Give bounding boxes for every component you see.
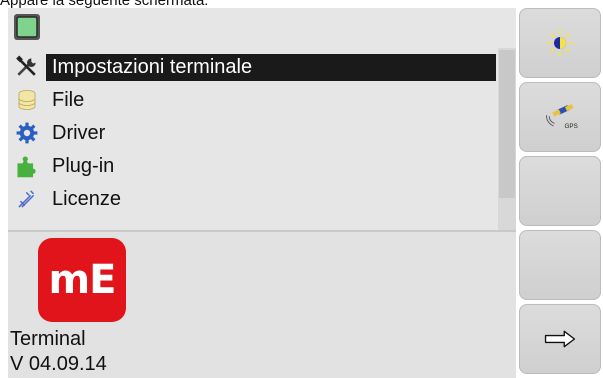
main-panel: Impostazioni terminale File Driver Plug-… bbox=[8, 8, 516, 378]
scrollbar-thumb[interactable] bbox=[499, 50, 515, 198]
next-arrow-icon bbox=[544, 330, 576, 348]
menu-item-label: Driver bbox=[52, 121, 106, 144]
terminal-info: mE Terminal V 04.09.14 bbox=[8, 232, 516, 378]
menu-item-licenze[interactable]: Licenze bbox=[12, 184, 496, 214]
menu-item-driver[interactable]: Driver bbox=[12, 118, 496, 148]
gps-button[interactable]: GPS bbox=[519, 82, 601, 152]
terminal-screen-icon[interactable] bbox=[12, 12, 42, 42]
terminal-version: V 04.09.14 bbox=[10, 353, 107, 375]
next-button[interactable] bbox=[519, 304, 601, 374]
header-bar bbox=[8, 8, 516, 48]
caption-text: Appare la seguente schermata: bbox=[0, 0, 208, 8]
brightness-icon bbox=[547, 30, 573, 56]
logo-text: mE bbox=[48, 257, 116, 303]
puzzle-icon bbox=[12, 151, 42, 181]
menu-item-label: File bbox=[52, 88, 85, 111]
brightness-button[interactable] bbox=[519, 8, 601, 78]
menu-item-impostazioni-terminale[interactable]: Impostazioni terminale bbox=[12, 52, 496, 82]
menu-item-file[interactable]: File bbox=[12, 85, 496, 115]
menu-item-plug-in[interactable]: Plug-in bbox=[12, 151, 496, 181]
menu-item-label: Impostazioni terminale bbox=[46, 53, 496, 81]
gps-label: GPS bbox=[565, 123, 578, 130]
menu-item-label: Plug-in bbox=[52, 154, 115, 177]
terminal-name: Terminal bbox=[10, 328, 86, 350]
me-logo: mE bbox=[38, 238, 126, 322]
softkey-bar: GPS bbox=[519, 8, 603, 378]
softkey-3[interactable] bbox=[519, 156, 601, 226]
gps-icon: GPS bbox=[546, 103, 578, 130]
scrollbar[interactable] bbox=[498, 48, 516, 230]
menu-item-label: Licenze bbox=[52, 187, 121, 210]
softkey-4[interactable] bbox=[519, 230, 601, 300]
database-icon bbox=[12, 85, 42, 115]
license-icon bbox=[12, 184, 42, 214]
menu-list: Impostazioni terminale File Driver Plug-… bbox=[8, 48, 516, 230]
gear-icon bbox=[12, 118, 42, 148]
tools-icon bbox=[12, 52, 42, 82]
